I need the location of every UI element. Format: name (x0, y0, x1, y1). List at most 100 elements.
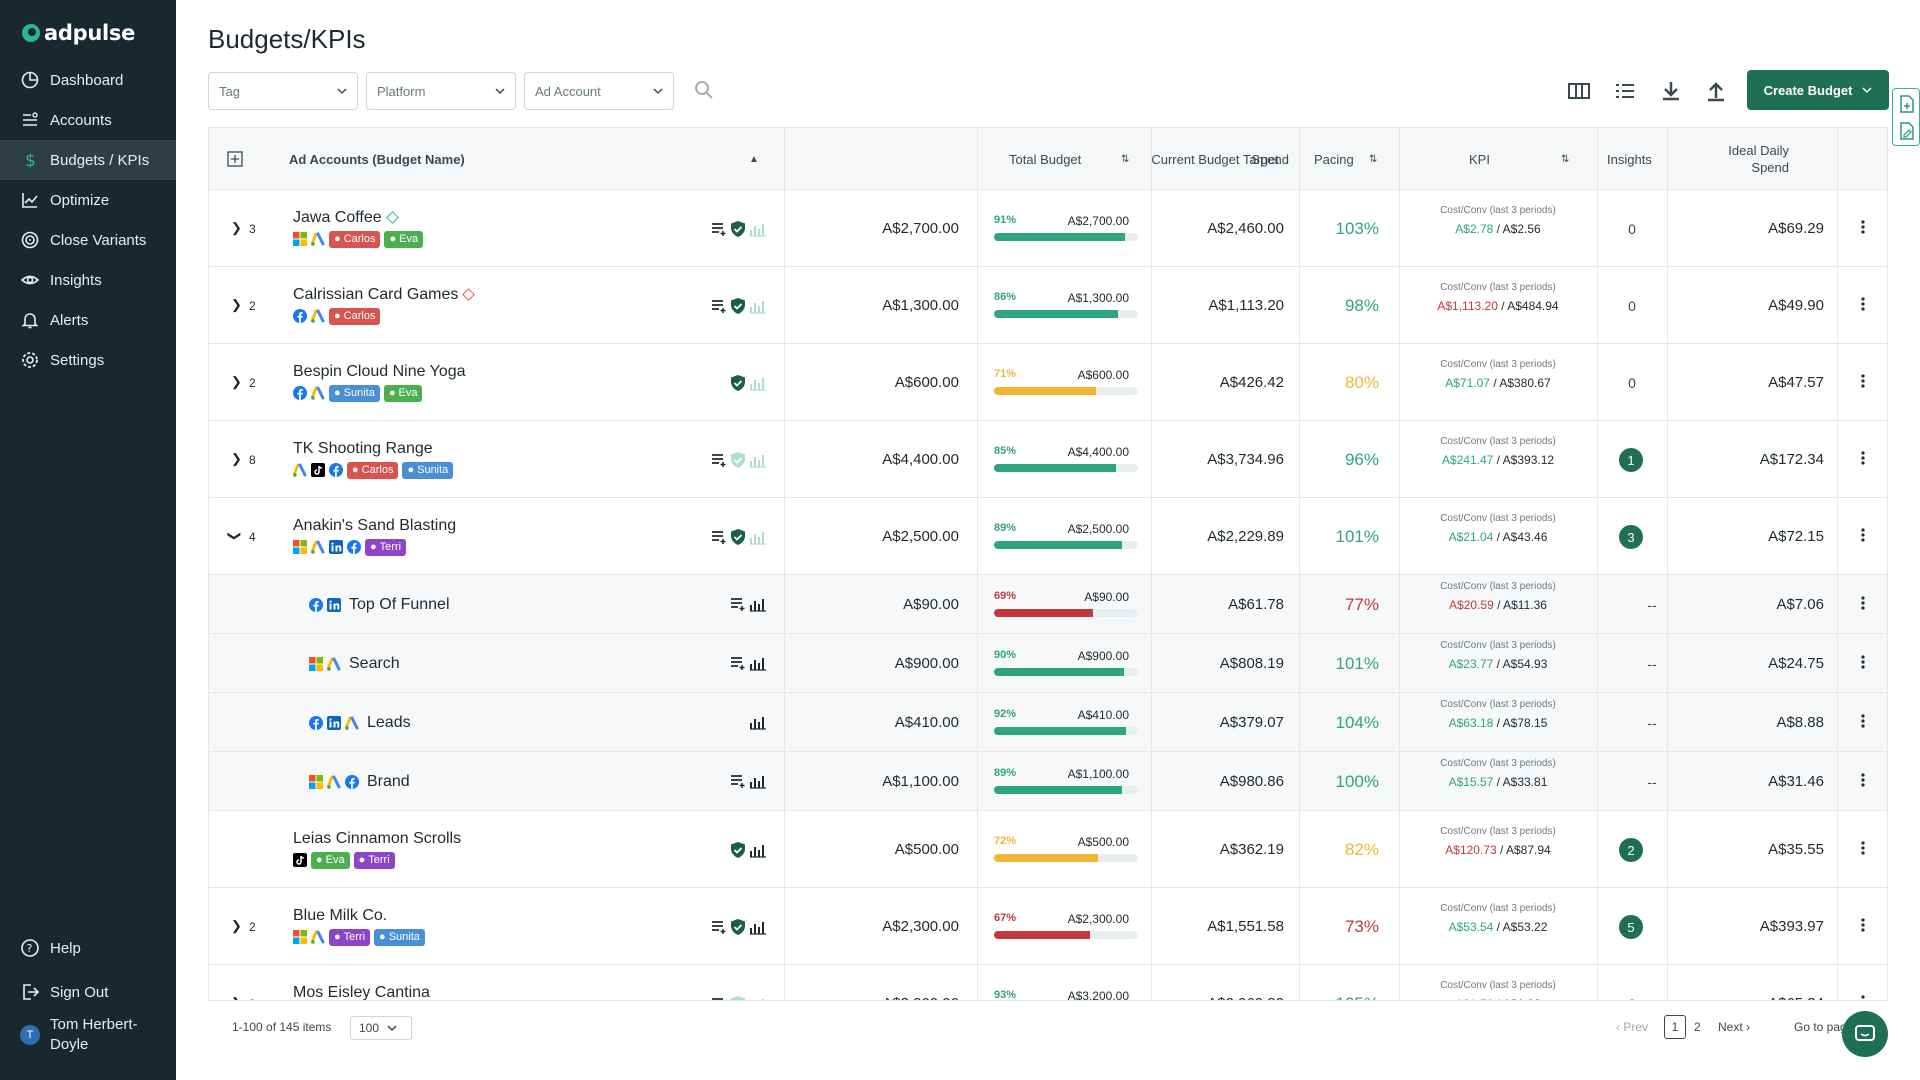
assignee-chip[interactable]: ● Sunita (329, 384, 380, 402)
assignee-chip[interactable]: ● Eva (383, 384, 423, 402)
assignee-chip[interactable]: ● Carlos (329, 230, 381, 248)
kebab-menu-icon[interactable] (1861, 528, 1865, 542)
assignee-chip[interactable]: ● Eva (384, 230, 424, 248)
column-spend[interactable]: Spend (1209, 128, 1289, 190)
edit-file-icon[interactable] (1898, 121, 1916, 141)
budget-row[interactable]: Brand A$1,100.00 89% A$1,100.00 A$980.86 100%… (209, 752, 1887, 811)
kebab-menu-icon[interactable] (1861, 918, 1865, 932)
insights-badge[interactable]: 5 (1619, 915, 1643, 939)
insights-badge[interactable]: 2 (1619, 838, 1643, 862)
account-row[interactable]: ❯ 8 TK Shooting Range ● Carlos ● Sunita A$4,400… (209, 421, 1887, 498)
page-1-button[interactable]: 1 (1664, 1015, 1686, 1039)
account-name[interactable]: Calrissian Card Games (293, 286, 476, 304)
assignee-chip[interactable]: ● Sunita (374, 928, 425, 946)
expand-all-icon[interactable] (227, 151, 243, 167)
nav-help[interactable]: ? Help (0, 928, 176, 968)
shield-check-icon[interactable] (730, 297, 746, 315)
account-name[interactable]: TK Shooting Range (293, 440, 433, 458)
next-page-button[interactable]: Next › (1718, 1020, 1750, 1034)
column-kpi[interactable]: KPI (1469, 128, 1490, 190)
page-size-select[interactable]: 100 (350, 1016, 412, 1040)
notes-icon[interactable] (711, 298, 727, 314)
kebab-menu-icon[interactable] (1861, 596, 1865, 610)
assignee-chip[interactable]: ● Carlos (347, 461, 399, 479)
assignee-chip[interactable]: ● Sunita (402, 461, 454, 479)
account-row[interactable]: ❯3Mos Eisley CantinaA$3,200.0093%A$3,200… (209, 965, 1887, 1000)
account-row[interactable]: ❯ 3 Jawa Coffee ● Carlos ● Eva A$2,700.00 91% A$2… (209, 190, 1887, 267)
notes-icon[interactable] (711, 452, 727, 468)
download-icon[interactable] (1658, 78, 1684, 104)
columns-icon[interactable] (1566, 78, 1592, 104)
account-row[interactable]: ❯ 2 Bespin Cloud Nine Yoga ● Sunita ● Eva A$600… (209, 344, 1887, 421)
budget-row[interactable]: Search A$900.00 90% A$900.00 A$808.19 101% Cos… (209, 634, 1887, 693)
budget-name[interactable]: Top Of Funnel (349, 596, 450, 614)
budget-row[interactable]: Leads A$410.00 92% A$410.00 A$379.07 104% Cost… (209, 693, 1887, 752)
chat-button[interactable] (1842, 1011, 1888, 1057)
budget-row[interactable]: Top Of Funnel A$90.00 69% A$90.00 A$61.78 77%… (209, 575, 1887, 634)
app-logo[interactable]: adpulse (22, 20, 135, 46)
notes-icon[interactable] (730, 773, 746, 789)
kebab-menu-icon[interactable] (1861, 297, 1865, 311)
sort-icon[interactable]: ⇅ (1369, 128, 1377, 190)
bar-chart-icon[interactable] (749, 452, 767, 468)
bar-chart-icon[interactable] (749, 221, 767, 237)
collapse-chevron-icon[interactable]: ❯ (226, 531, 242, 542)
kebab-menu-icon[interactable] (1861, 773, 1865, 787)
nav-close-variants[interactable]: Close Variants (0, 220, 176, 260)
bar-chart-icon[interactable] (749, 655, 767, 671)
kebab-menu-icon[interactable] (1861, 714, 1865, 728)
ad-account-filter[interactable]: Ad Account (524, 72, 674, 110)
assignee-chip[interactable]: ● Terri (353, 851, 395, 869)
kebab-menu-icon[interactable] (1861, 220, 1865, 234)
notes-icon[interactable] (711, 221, 727, 237)
create-budget-button[interactable]: Create Budget (1747, 70, 1889, 110)
shield-check-icon[interactable] (730, 528, 746, 546)
column-pacing[interactable]: Pacing (1314, 128, 1354, 190)
bar-chart-icon[interactable] (749, 773, 767, 789)
budget-name[interactable]: Brand (367, 773, 410, 791)
assignee-chip[interactable]: ● Terri (365, 538, 407, 556)
add-file-icon[interactable] (1898, 94, 1916, 114)
upload-icon[interactable] (1703, 78, 1729, 104)
bar-chart-icon[interactable] (749, 714, 767, 730)
notes-icon[interactable] (730, 655, 746, 671)
shield-check-icon[interactable] (730, 918, 746, 936)
notes-icon[interactable] (711, 529, 727, 545)
account-row[interactable]: ❯ 2 Blue Milk Co. ● Terri ● Sunita A$2,300.00 67… (209, 888, 1887, 965)
account-name[interactable]: Mos Eisley Cantina (293, 984, 430, 1000)
shield-check-icon[interactable] (730, 374, 746, 392)
bar-chart-icon[interactable] (749, 596, 767, 612)
nav-settings[interactable]: Settings (0, 340, 176, 380)
kebab-menu-icon[interactable] (1861, 374, 1865, 388)
sort-icon[interactable]: ⇅ (1561, 128, 1569, 190)
account-name[interactable]: Bespin Cloud Nine Yoga (293, 363, 466, 381)
shield-check-icon[interactable] (730, 841, 746, 859)
page-2-button[interactable]: 2 (1694, 1020, 1701, 1034)
insights-badge[interactable]: 3 (1619, 525, 1643, 549)
user-profile[interactable]: T Tom Herbert-Doyle (20, 1015, 150, 1055)
sort-icon[interactable]: ⇅ (1121, 128, 1129, 190)
platform-filter[interactable]: Platform (366, 72, 516, 110)
notes-icon[interactable] (730, 596, 746, 612)
column-target[interactable]: Current Budget Target (679, 128, 1279, 190)
bar-chart-icon[interactable] (749, 529, 767, 545)
assignee-chip[interactable]: ● Carlos (329, 307, 381, 325)
bar-chart-icon[interactable] (749, 919, 767, 935)
column-insights[interactable]: Insights (1607, 128, 1652, 190)
budget-name[interactable]: Search (349, 655, 400, 673)
search-icon[interactable] (694, 80, 714, 100)
bar-chart-icon[interactable] (749, 375, 767, 391)
shield-check-icon[interactable] (730, 451, 746, 469)
expand-chevron-icon[interactable]: ❯ (231, 374, 242, 390)
nav-sign-out[interactable]: Sign Out (0, 972, 176, 1012)
column-total[interactable]: Total Budget (1009, 128, 1081, 190)
nav-dashboard[interactable]: Dashboard (0, 60, 176, 100)
account-row[interactable]: ❯ 4 Anakin's Sand Blasting ● Terri A$2,500.00… (209, 498, 1887, 575)
account-name[interactable]: Blue Milk Co. (293, 907, 387, 925)
assignee-chip[interactable]: ● Terri (329, 928, 371, 946)
list-view-icon[interactable] (1612, 78, 1638, 104)
column-account[interactable]: Ad Accounts (Budget Name) (289, 128, 465, 190)
account-row[interactable]: Leias Cinnamon Scrolls ● Eva ● Terri A$500.00… (209, 811, 1887, 888)
expand-chevron-icon[interactable]: ❯ (231, 451, 242, 467)
assignee-chip[interactable]: ● Eva (311, 851, 350, 869)
